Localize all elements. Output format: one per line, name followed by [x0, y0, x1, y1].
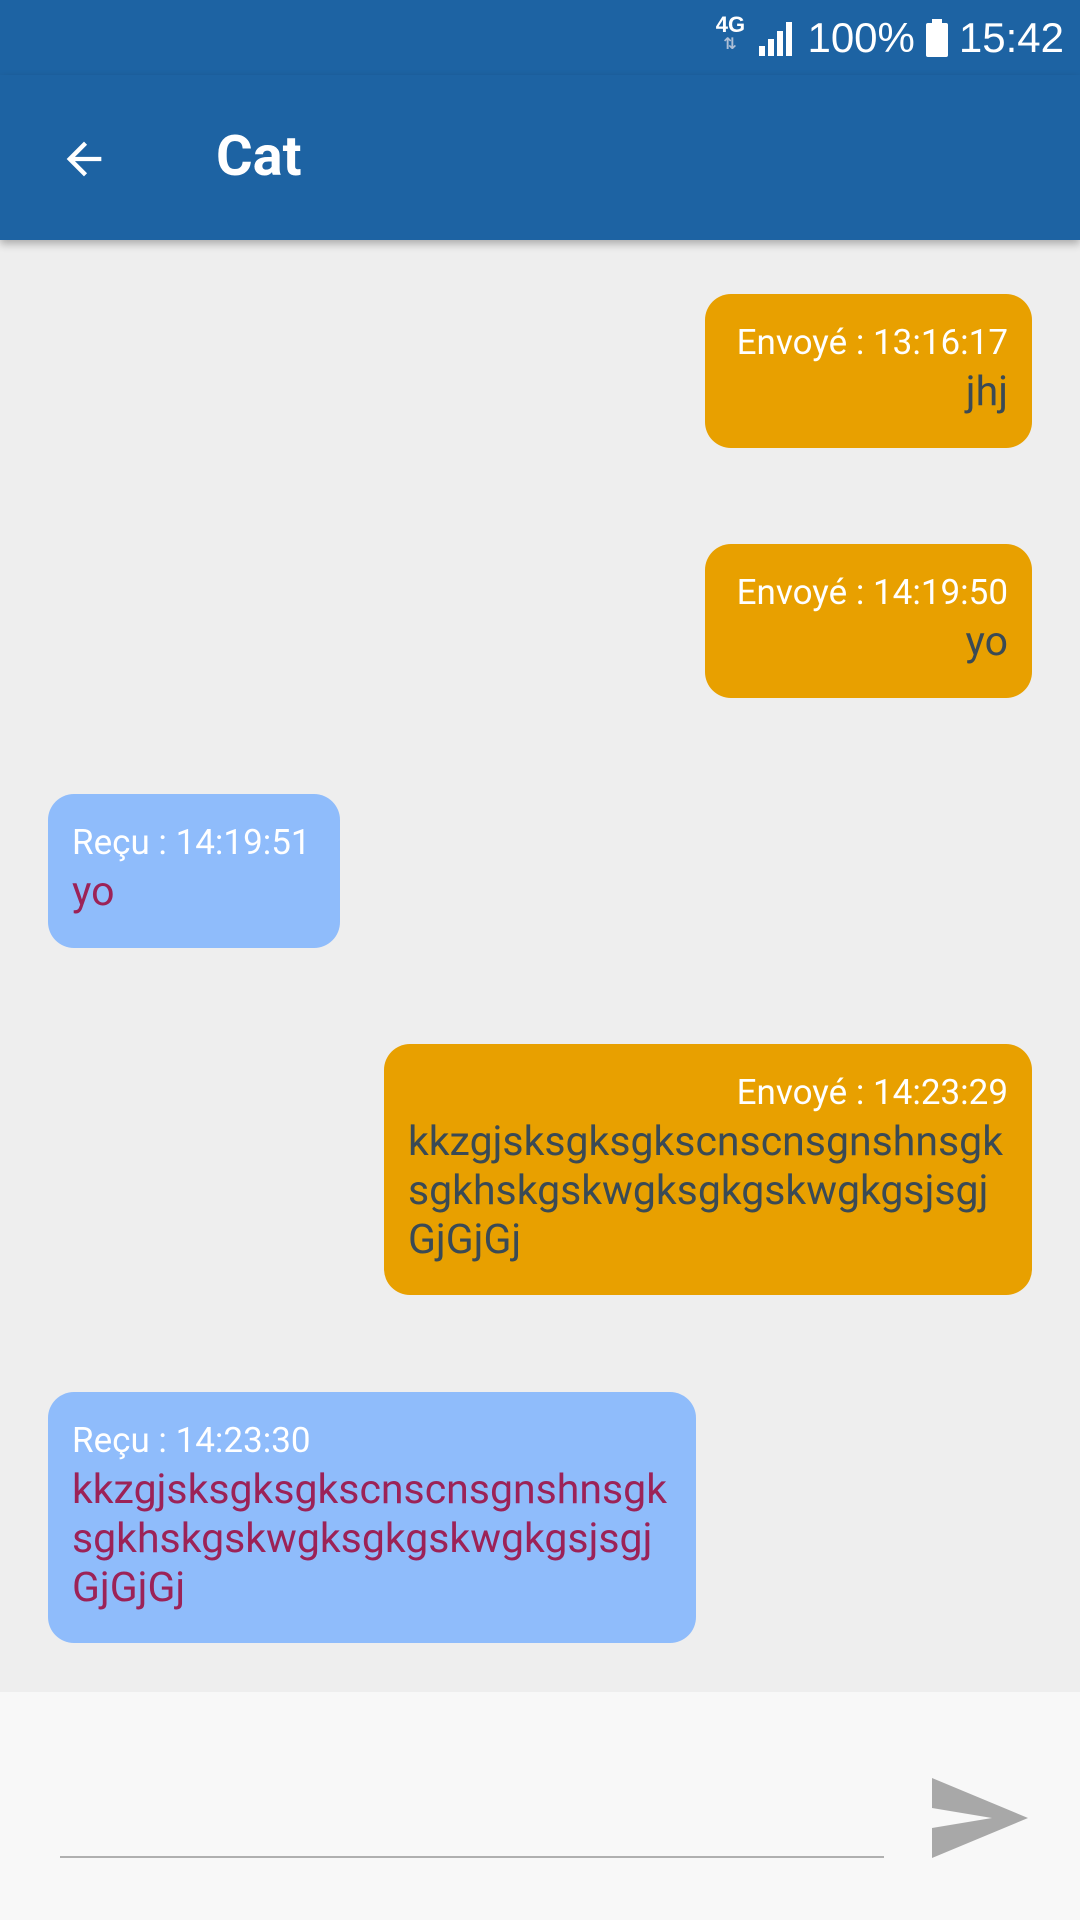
message-bubble-received[interactable]: Reçu : 14:23:30 kkzgjsksgksgkscnscnsgnsh…: [48, 1392, 696, 1643]
message-list[interactable]: Envoyé : 13:16:17 jhj Envoyé : 14:19:50 …: [0, 240, 1080, 1692]
message-timestamp: Envoyé : 14:19:50: [736, 572, 1008, 613]
status-indicators: 4G ⇅ 100% 15:42: [713, 10, 1064, 66]
message-bubble-sent[interactable]: Envoyé : 14:19:50 yo: [705, 544, 1032, 698]
message-timestamp: Reçu : 14:23:30: [72, 1420, 311, 1461]
battery-icon: [925, 18, 949, 58]
signal-icon: [757, 18, 797, 58]
arrow-back-icon: [66, 141, 102, 177]
status-time: 15:42: [958, 14, 1064, 61]
message-text: kkzgjsksgksgkscnscnsgnshnsgksgkhskgskwgk…: [408, 1118, 1003, 1264]
conversation-title: Cat: [216, 123, 302, 189]
network-type-indicator: 4G ⇅: [713, 14, 747, 62]
send-icon: [932, 1778, 1028, 1858]
message-bubble-received[interactable]: Reçu : 14:19:51 yo: [48, 794, 340, 948]
status-bar: 4G ⇅ 100% 15:42: [0, 0, 1080, 75]
message-text: yo: [72, 868, 115, 916]
back-button[interactable]: [44, 119, 124, 199]
message-timestamp: Envoyé : 14:23:29: [736, 1072, 1008, 1113]
message-timestamp: Reçu : 14:19:51: [72, 822, 311, 863]
message-input[interactable]: [60, 1800, 884, 1858]
network-type-label: 4G: [715, 12, 746, 37]
message-text: jhj: [965, 368, 1008, 416]
message-text: kkzgjsksgksgkscnscnsgnshnsgksgkhskgskwgk…: [72, 1466, 667, 1612]
message-bubble-sent[interactable]: Envoyé : 14:23:29 kkzgjsksgksgkscnscnsgn…: [384, 1044, 1032, 1295]
chat-screen: 4G ⇅ 100% 15:42 Cat Envoyé: 13:16:17 jh…: [0, 0, 1080, 1920]
send-button[interactable]: [930, 1776, 1030, 1860]
app-bar: Cat: [0, 75, 1080, 240]
message-text: yo: [965, 618, 1008, 666]
network-activity-icon: ⇅: [723, 36, 738, 53]
message-timestamp: Envoyé : 13:16:17: [736, 322, 1008, 363]
message-bubble-sent[interactable]: Envoyé : 13:16:17 jhj: [705, 294, 1032, 448]
battery-percent: 100%: [807, 14, 915, 61]
